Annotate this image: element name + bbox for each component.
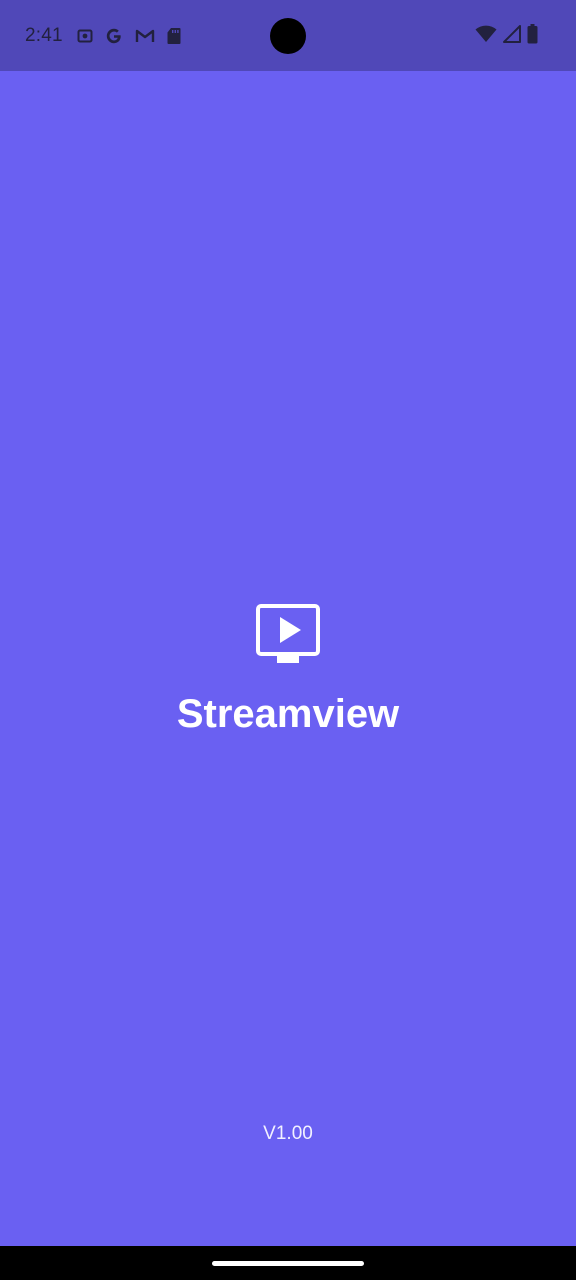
gmail-icon — [135, 28, 155, 44]
cellular-signal-icon — [503, 25, 521, 43]
status-bar-right — [475, 24, 538, 44]
battery-icon — [527, 24, 538, 44]
sd-card-icon — [167, 27, 181, 45]
status-time: 2:41 — [25, 25, 63, 46]
camera-cutout — [270, 18, 306, 54]
home-indicator[interactable] — [212, 1261, 364, 1266]
wifi-icon — [475, 25, 497, 43]
screen-record-icon — [77, 28, 93, 44]
status-bar: 2:41 — [0, 0, 576, 71]
splash-screen: 2:41 Streamview V1.00 — [0, 0, 576, 1280]
app-name: Streamview — [176, 692, 400, 736]
app-version: V1.00 — [263, 1123, 313, 1144]
google-icon — [105, 27, 123, 45]
tv-play-icon — [256, 604, 320, 664]
navigation-bar — [0, 1246, 576, 1280]
status-bar-left: 2:41 — [25, 22, 181, 50]
